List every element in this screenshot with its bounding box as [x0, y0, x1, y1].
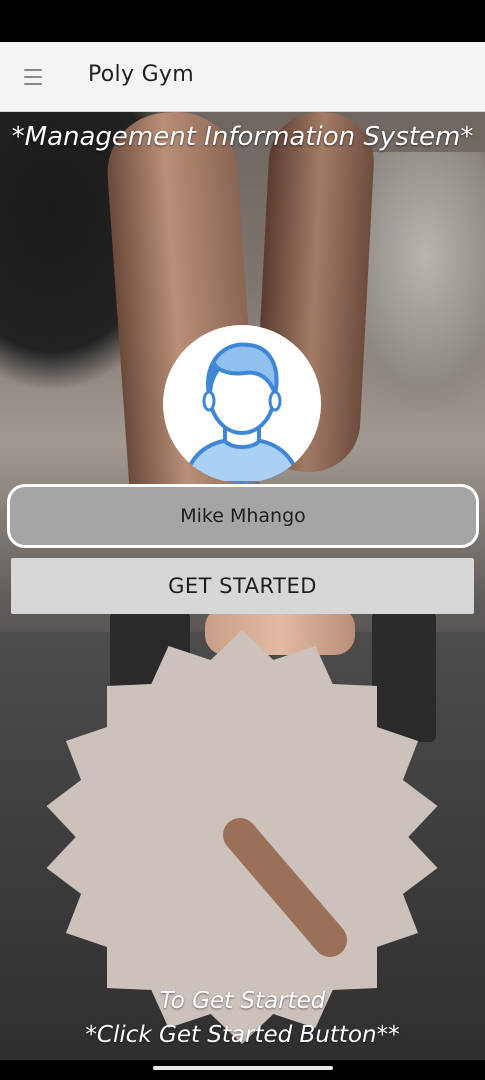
app-bar: Poly Gym [0, 42, 485, 112]
hint-line-1: To Get Started [159, 988, 326, 1014]
app-title: Poly Gym [88, 62, 194, 87]
system-nav-bar [0, 1060, 485, 1080]
home-indicator[interactable] [153, 1066, 333, 1070]
status-bar [0, 0, 485, 42]
page-subtitle: *Management Information System* [11, 122, 474, 152]
username-display: Mike Mhango [7, 484, 479, 548]
user-avatar-icon [163, 325, 321, 483]
hamburger-menu-icon[interactable] [24, 69, 42, 85]
background-photo: *Management Information System* Mike Mha… [0, 112, 485, 1060]
get-started-button[interactable]: GET STARTED [11, 558, 474, 614]
hint-line-2: *Click Get Started Button** [85, 1022, 400, 1048]
